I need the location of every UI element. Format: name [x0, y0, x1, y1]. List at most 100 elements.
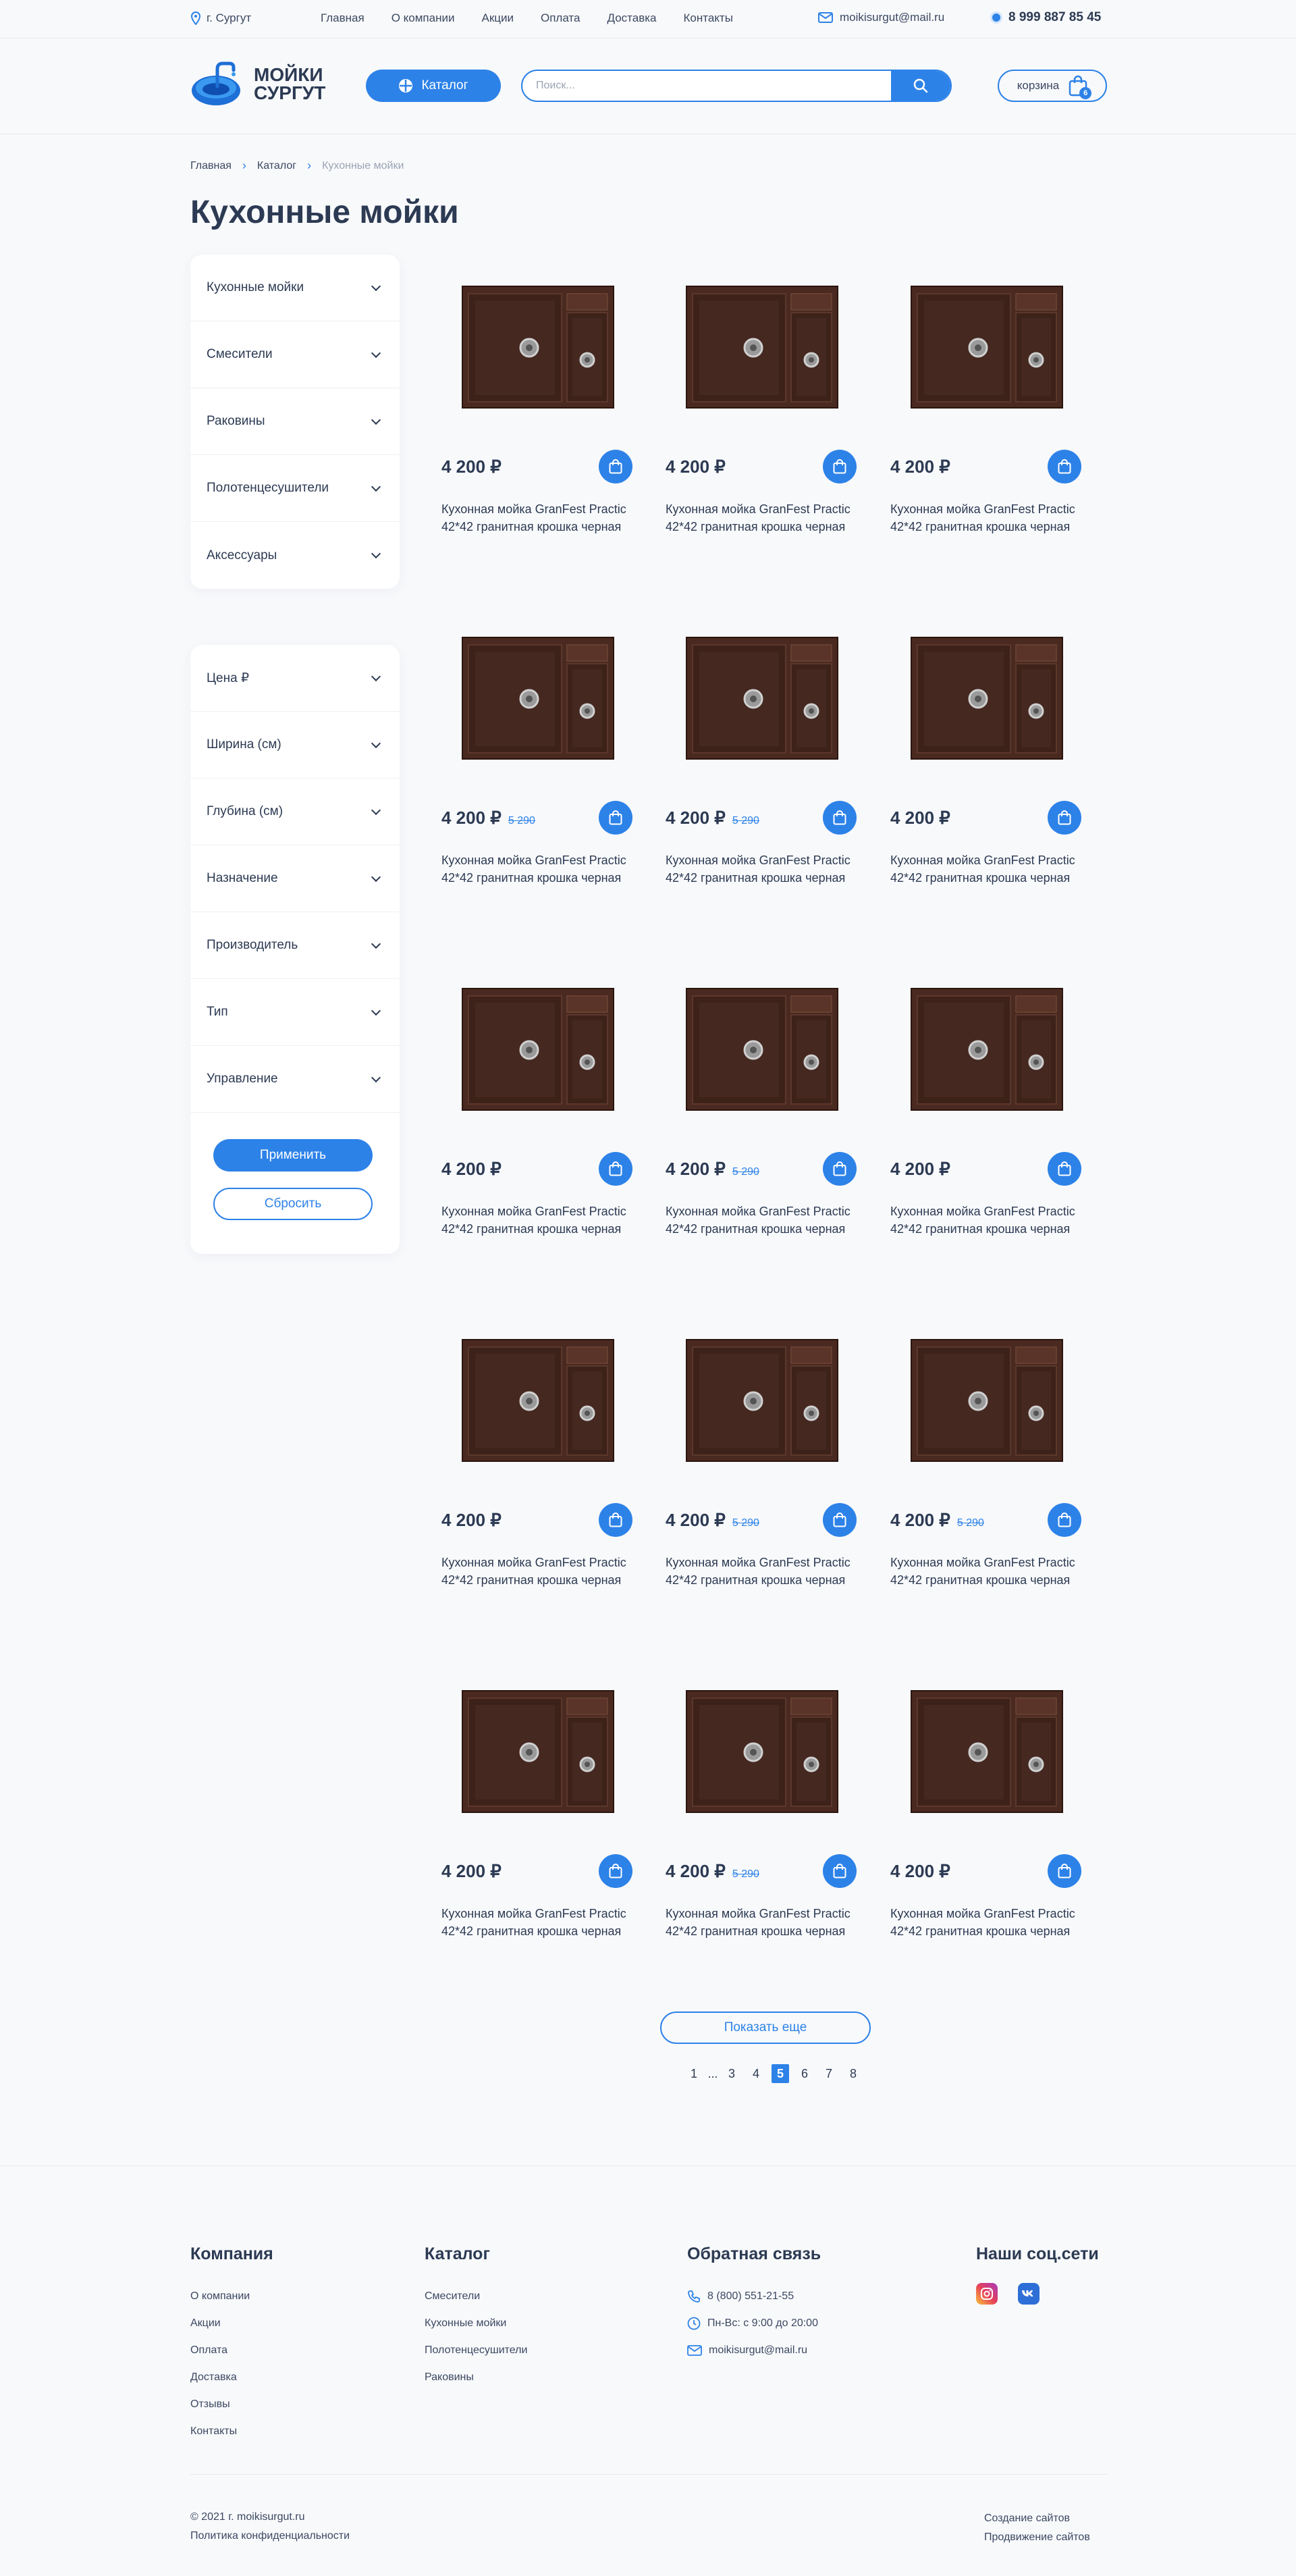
product-name[interactable]: Кухонная мойка GranFest Practic 42*42 гр…: [890, 1554, 1079, 1589]
developer-link-sites[interactable]: Создание сайтов: [984, 2509, 1090, 2528]
product-name[interactable]: Кухонная мойка GranFest Practic 42*42 гр…: [441, 1203, 630, 1238]
filter-item[interactable]: Ширина (см): [190, 712, 400, 779]
filter-item[interactable]: Назначение: [190, 845, 400, 912]
filter-item[interactable]: Тип: [190, 979, 400, 1046]
category-item[interactable]: Полотенцесушители: [190, 455, 400, 522]
add-to-cart-button[interactable]: [599, 1503, 632, 1537]
footer-link[interactable]: Полотенцесушители: [425, 2337, 527, 2364]
product-image[interactable]: [686, 988, 838, 1111]
product-name[interactable]: Кухонная мойка GranFest Practic 42*42 гр…: [666, 1554, 855, 1589]
search-button[interactable]: [891, 71, 950, 101]
logo[interactable]: МОЙКИ СУРГУТ: [190, 59, 325, 108]
product-image[interactable]: [462, 1690, 614, 1813]
product-name[interactable]: Кухонная мойка GranFest Practic 42*42 гр…: [666, 1203, 855, 1238]
filter-item[interactable]: Управление: [190, 1046, 400, 1113]
nav-payment[interactable]: Оплата: [541, 11, 580, 25]
add-to-cart-button[interactable]: [599, 801, 632, 835]
add-to-cart-button[interactable]: [1048, 1854, 1081, 1888]
product-name[interactable]: Кухонная мойка GranFest Practic 42*42 гр…: [890, 851, 1079, 887]
filter-item[interactable]: Цена ₽: [190, 645, 400, 712]
product-image[interactable]: [462, 286, 614, 409]
product-image[interactable]: [686, 1339, 838, 1462]
product-name[interactable]: Кухонная мойка GranFest Practic 42*42 гр…: [441, 500, 630, 535]
pagination-page[interactable]: 1: [682, 2064, 706, 2083]
product-image[interactable]: [462, 1339, 614, 1462]
category-item[interactable]: Аксессуары: [190, 522, 400, 589]
privacy-link[interactable]: Политика конфиденциальности: [190, 2527, 350, 2546]
add-to-cart-button[interactable]: [823, 801, 857, 835]
cart-button[interactable]: корзина 6: [998, 70, 1107, 102]
city-selector[interactable]: г. Сургут: [190, 11, 251, 25]
top-phone[interactable]: 8 999 887 85 45: [992, 10, 1101, 25]
nav-about[interactable]: О компании: [392, 11, 455, 25]
add-to-cart-button[interactable]: [823, 1152, 857, 1186]
product-name[interactable]: Кухонная мойка GranFest Practic 42*42 гр…: [666, 500, 855, 535]
product-image[interactable]: [911, 1690, 1063, 1813]
footer-link[interactable]: Доставка: [190, 2364, 273, 2391]
filter-item[interactable]: Глубина (см): [190, 779, 400, 845]
product-image[interactable]: [911, 988, 1063, 1111]
instagram-icon[interactable]: [976, 2283, 998, 2305]
reset-button[interactable]: Сбросить: [213, 1188, 373, 1220]
footer-link[interactable]: Раковины: [425, 2364, 527, 2391]
product-name[interactable]: Кухонная мойка GranFest Practic 42*42 гр…: [441, 851, 630, 887]
catalog-button[interactable]: Каталог: [366, 70, 501, 102]
pagination-page[interactable]: 3: [720, 2064, 744, 2083]
add-to-cart-button[interactable]: [823, 450, 857, 483]
footer-link[interactable]: Смесители: [425, 2283, 527, 2310]
footer-link[interactable]: Контакты: [190, 2418, 273, 2445]
add-to-cart-button[interactable]: [599, 1152, 632, 1186]
category-item[interactable]: Кухонные мойки: [190, 255, 400, 321]
category-item[interactable]: Смесители: [190, 321, 400, 388]
footer-link[interactable]: Отзывы: [190, 2391, 273, 2418]
product-name[interactable]: Кухонная мойка GranFest Practic 42*42 гр…: [666, 851, 855, 887]
search-input[interactable]: [522, 71, 891, 101]
pagination-page[interactable]: 6: [792, 2064, 817, 2083]
nav-home[interactable]: Главная: [321, 11, 364, 25]
pagination-page[interactable]: 5: [772, 2064, 789, 2083]
show-more-button[interactable]: Показать еще: [660, 2012, 871, 2044]
footer-link[interactable]: Кухонные мойки: [425, 2310, 527, 2337]
breadcrumb-catalog[interactable]: Каталог: [257, 160, 296, 172]
product-name[interactable]: Кухонная мойка GranFest Practic 42*42 гр…: [666, 1905, 855, 1940]
add-to-cart-button[interactable]: [1048, 801, 1081, 835]
nav-promo[interactable]: Акции: [481, 11, 514, 25]
nav-delivery[interactable]: Доставка: [607, 11, 656, 25]
nav-contacts[interactable]: Контакты: [684, 11, 733, 25]
developer-link-seo[interactable]: Продвижение сайтов: [984, 2528, 1090, 2547]
pagination-page[interactable]: 4: [744, 2064, 768, 2083]
footer-link[interactable]: О компании: [190, 2283, 273, 2310]
add-to-cart-button[interactable]: [823, 1854, 857, 1888]
pagination-page[interactable]: 8: [841, 2064, 865, 2083]
product-name[interactable]: Кухонная мойка GranFest Practic 42*42 гр…: [441, 1905, 630, 1940]
apply-button[interactable]: Применить: [213, 1139, 373, 1172]
add-to-cart-button[interactable]: [823, 1503, 857, 1537]
add-to-cart-button[interactable]: [1048, 450, 1081, 483]
top-email[interactable]: moikisurgut@mail.ru: [818, 11, 944, 24]
product-name[interactable]: Кухонная мойка GranFest Practic 42*42 гр…: [890, 1203, 1079, 1238]
footer-link[interactable]: Акции: [190, 2310, 273, 2337]
add-to-cart-button[interactable]: [599, 1854, 632, 1888]
product-name[interactable]: Кухонная мойка GranFest Practic 42*42 гр…: [441, 1554, 630, 1589]
product-name[interactable]: Кухонная мойка GranFest Practic 42*42 гр…: [890, 1905, 1079, 1940]
category-item[interactable]: Раковины: [190, 388, 400, 455]
product-image[interactable]: [462, 988, 614, 1111]
product-image[interactable]: [911, 1339, 1063, 1462]
footer-email[interactable]: moikisurgut@mail.ru: [687, 2337, 821, 2364]
add-to-cart-button[interactable]: [1048, 1152, 1081, 1186]
product-name[interactable]: Кухонная мойка GranFest Practic 42*42 гр…: [890, 500, 1079, 535]
add-to-cart-button[interactable]: [1048, 1503, 1081, 1537]
footer-link[interactable]: Оплата: [190, 2337, 273, 2364]
product-image[interactable]: [911, 286, 1063, 409]
breadcrumb-home[interactable]: Главная: [190, 160, 232, 172]
vk-icon[interactable]: [1018, 2283, 1040, 2305]
product-image[interactable]: [462, 637, 614, 760]
pagination-page[interactable]: 7: [817, 2064, 841, 2083]
add-to-cart-button[interactable]: [599, 450, 632, 483]
filter-item[interactable]: Производитель: [190, 912, 400, 979]
footer-phone[interactable]: 8 (800) 551-21-55: [687, 2283, 821, 2310]
product-image[interactable]: [686, 1690, 838, 1813]
product-image[interactable]: [686, 286, 838, 409]
product-image[interactable]: [911, 637, 1063, 760]
product-image[interactable]: [686, 637, 838, 760]
